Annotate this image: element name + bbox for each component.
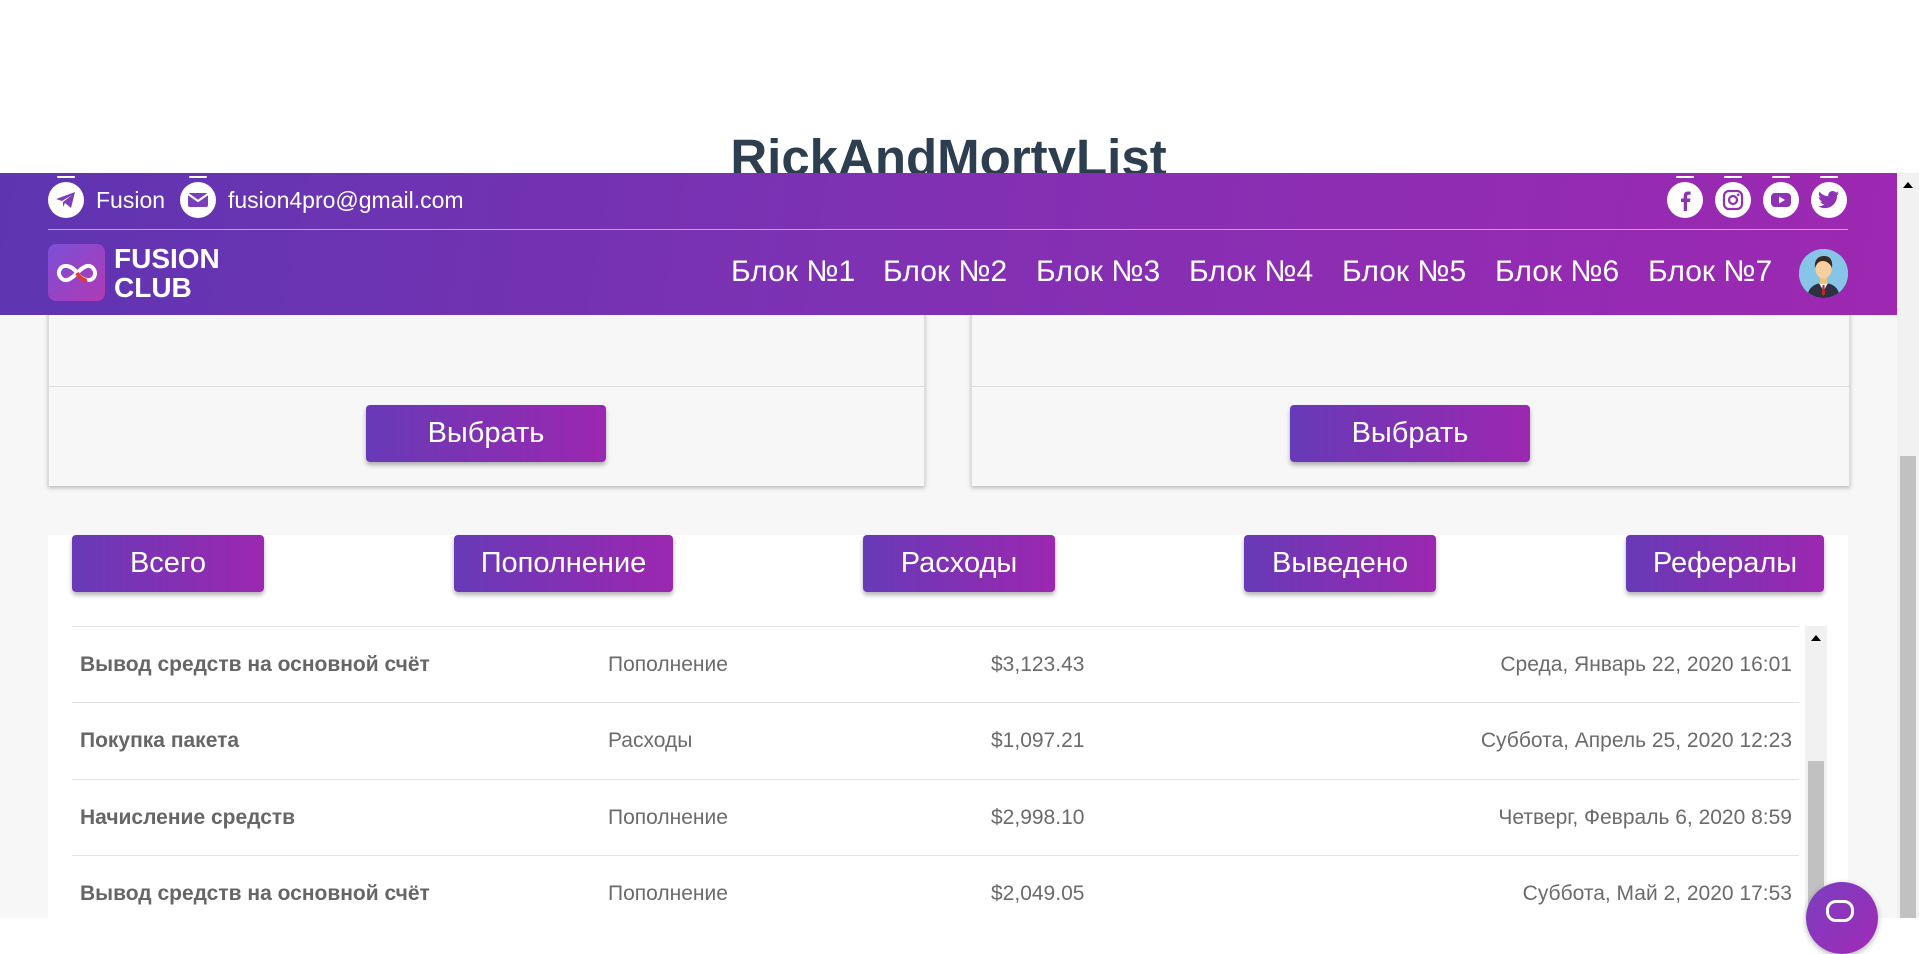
row-amount: $2,049.05 (991, 882, 1085, 905)
tab-withdrawn[interactable]: Выведено (1244, 535, 1436, 592)
choose-button-2[interactable]: Выбрать (1290, 405, 1530, 462)
facebook-icon[interactable] (1667, 176, 1703, 218)
table-row[interactable]: Вывод средств на основной счёт Пополнени… (72, 855, 1799, 918)
table-row[interactable]: Покупка пакета Расходы $1,097.21 Суббота… (72, 702, 1799, 779)
table-row[interactable]: Начисление средств Пополнение $2,998.10 … (72, 779, 1799, 856)
nav-item-block-3[interactable]: Блок №3 (1036, 247, 1160, 297)
row-type: Расходы (608, 729, 693, 752)
row-amount: $1,097.21 (991, 729, 1085, 752)
nav-item-block-7[interactable]: Блок №7 (1648, 247, 1772, 297)
youtube-icon[interactable] (1763, 176, 1799, 218)
row-date: Среда, Январь 22, 2020 16:01 (1500, 653, 1792, 676)
user-avatar[interactable] (1799, 249, 1848, 298)
transactions-panel: Всего Пополнение Расходы Выведено Рефера… (48, 535, 1848, 918)
scroll-up-arrow-icon[interactable] (1903, 182, 1913, 188)
telegram-icon[interactable] (48, 176, 84, 218)
nav-item-block-2[interactable]: Блок №2 (883, 247, 1007, 297)
mail-icon[interactable] (180, 176, 216, 218)
chat-icon (1826, 900, 1854, 922)
tab-expenses[interactable]: Расходы (863, 535, 1055, 592)
tab-deposits[interactable]: Пополнение (454, 535, 673, 592)
card-divider (49, 386, 924, 387)
transactions-list[interactable]: Вывод средств на основной счёт Пополнени… (72, 626, 1827, 918)
instagram-icon[interactable] (1715, 176, 1751, 218)
brand-name[interactable]: FUSION CLUB (114, 244, 220, 302)
brand-line-2: CLUB (114, 272, 192, 303)
nav-item-block-1[interactable]: Блок №1 (731, 247, 855, 297)
page-scroll-thumb[interactable] (1900, 456, 1916, 918)
twitter-icon[interactable] (1811, 176, 1847, 218)
nav-item-block-4[interactable]: Блок №4 (1189, 247, 1313, 297)
nav-item-block-6[interactable]: Блок №6 (1495, 247, 1619, 297)
row-name: Начисление средств (80, 806, 296, 829)
row-amount: $3,123.43 (991, 653, 1085, 676)
site-header: Fusion fusion4pro@gmail.com FUSION CLUB … (0, 173, 1897, 315)
tab-referrals[interactable]: Рефералы (1626, 535, 1824, 592)
tab-total[interactable]: Всего (72, 535, 264, 592)
row-date: Четверг, Февраль 6, 2020 8:59 (1498, 806, 1792, 829)
row-type: Пополнение (608, 806, 728, 829)
row-name: Покупка пакета (80, 729, 240, 752)
header-divider (48, 229, 1848, 230)
email-link[interactable]: fusion4pro@gmail.com (228, 182, 464, 218)
brand-line-1: FUSION (114, 243, 220, 274)
scroll-up-arrow-icon[interactable] (1811, 635, 1821, 641)
row-date: Суббота, Май 2, 2020 17:53 (1522, 882, 1792, 905)
row-date: Суббота, Апрель 25, 2020 12:23 (1480, 729, 1792, 752)
chat-button[interactable] (1806, 882, 1878, 954)
choose-button-1[interactable]: Выбрать (366, 405, 606, 462)
card-divider (972, 386, 1849, 387)
nav-item-block-5[interactable]: Блок №5 (1342, 247, 1466, 297)
table-row[interactable]: Вывод средств на основной счёт Пополнени… (72, 626, 1799, 703)
list-scrollbar[interactable] (1805, 626, 1827, 918)
row-type: Пополнение (608, 653, 728, 676)
telegram-link[interactable]: Fusion (96, 182, 165, 218)
row-name: Вывод средств на основной счёт (80, 653, 430, 676)
page-scrollbar[interactable] (1897, 173, 1919, 918)
row-name: Вывод средств на основной счёт (80, 882, 430, 905)
row-amount: $2,998.10 (991, 806, 1085, 829)
logo-icon[interactable] (48, 244, 105, 301)
row-type: Пополнение (608, 882, 728, 905)
